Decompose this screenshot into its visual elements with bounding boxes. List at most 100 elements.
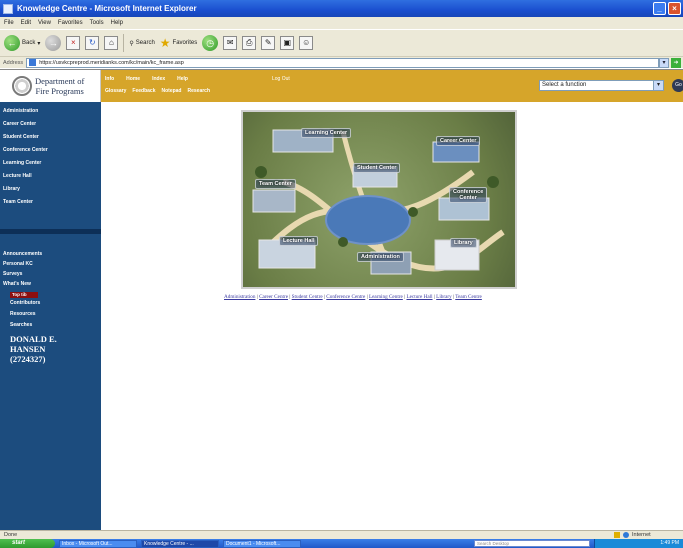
sidebar-item-learning-center[interactable]: Learning Center: [3, 160, 41, 166]
stop-button[interactable]: ×: [66, 36, 81, 50]
task-knowledge-centre[interactable]: Knowledge Centre - ...: [141, 539, 219, 548]
tree-shape: [408, 207, 418, 217]
sidebar-item-announcements[interactable]: Announcements: [3, 251, 42, 257]
link-learning-centre[interactable]: Learning Centre: [369, 294, 403, 300]
sidebar-item-student-center[interactable]: Student Center: [3, 134, 39, 140]
nav-help[interactable]: Help: [177, 76, 188, 82]
lock-icon: [614, 532, 620, 538]
map-learning-center[interactable]: Learning Center: [301, 128, 352, 138]
sidebar: Administration Career Center Student Cen…: [0, 102, 101, 531]
function-go-button[interactable]: Go: [672, 79, 683, 92]
map-team-center[interactable]: Team Center: [255, 179, 296, 189]
nav-info[interactable]: Info: [105, 76, 114, 82]
nav-research[interactable]: Research: [187, 88, 210, 94]
search-button[interactable]: ⚲ Search: [129, 40, 154, 47]
link-student-centre[interactable]: Student Centre: [292, 294, 323, 300]
map-library[interactable]: Library: [450, 238, 477, 248]
chevron-down-icon: ▾: [653, 81, 663, 90]
address-input[interactable]: https://usvkcpreprod.meridianks.com/kc/m…: [26, 57, 659, 68]
search-icon: ⚲: [129, 40, 134, 47]
menu-help[interactable]: Help: [111, 20, 123, 26]
link-lecture-hall[interactable]: Lecture Hall: [406, 294, 432, 300]
nav-glossary[interactable]: Glossary: [105, 88, 126, 94]
link-career-centre[interactable]: Career Centre: [259, 294, 288, 300]
nav-feedback[interactable]: Feedback: [132, 88, 155, 94]
sidebar-item-surveys[interactable]: Surveys: [3, 271, 22, 277]
function-select[interactable]: Select a function ▾: [539, 80, 664, 91]
nav-index[interactable]: Index: [152, 76, 165, 82]
globe-icon: [623, 532, 629, 538]
toolbar-divider: [123, 34, 125, 52]
close-button[interactable]: ×: [668, 2, 681, 15]
ie-app-icon: [3, 3, 13, 14]
folder-button[interactable]: ▣: [280, 36, 295, 50]
nav-home[interactable]: Home: [126, 76, 140, 82]
forward-button[interactable]: →: [45, 35, 62, 51]
page-icon: [29, 59, 37, 66]
back-arrow-icon: ←: [4, 35, 20, 51]
link-administration[interactable]: Administration: [224, 294, 255, 300]
department-logo[interactable]: Department of Fire Programs: [0, 70, 101, 102]
sidebar-divider: [0, 229, 101, 234]
sidebar-item-career-center[interactable]: Career Center: [3, 121, 36, 127]
sidebar-item-resources[interactable]: Resources: [10, 311, 36, 317]
favorites-button[interactable]: ★ Favorites: [160, 36, 197, 50]
sidebar-item-lecture-hall[interactable]: Lecture Hall: [3, 173, 32, 179]
edit-button[interactable]: ✎: [261, 36, 276, 50]
security-zone: Internet: [614, 532, 651, 538]
link-team-centre[interactable]: Team Centre: [455, 294, 482, 300]
sidebar-item-library[interactable]: Library: [3, 186, 20, 192]
sidebar-item-searches[interactable]: Searches: [10, 322, 32, 328]
map-conference-center[interactable]: Conference Center: [449, 187, 488, 203]
center-links: Administration | Career Centre | Student…: [224, 294, 482, 300]
page-content: Department of Fire Programs Info Home In…: [0, 69, 683, 531]
sidebar-item-administration[interactable]: Administration: [3, 108, 38, 114]
address-url: https://usvkcpreprod.meridianks.com/kc/m…: [39, 59, 184, 66]
taskbar: start Inbox - Microsoft Out... Knowledge…: [0, 539, 683, 548]
search-label: Search: [135, 40, 155, 46]
lake-shape: [325, 195, 411, 245]
tree-shape: [255, 166, 267, 178]
browser-toolbar: ← Back ▾ → × ↻ ⌂ ⚲ Search ★ Favorites ◷ …: [0, 29, 683, 56]
map-administration[interactable]: Administration: [357, 252, 404, 262]
sidebar-item-contributors[interactable]: Contributors: [10, 300, 40, 306]
desktop-search-input[interactable]: Search Desktop: [474, 540, 590, 547]
sidebar-item-team-center[interactable]: Team Center: [3, 199, 33, 205]
menu-tools[interactable]: Tools: [90, 20, 104, 26]
go-button[interactable]: ➜: [671, 57, 681, 68]
menu-edit[interactable]: Edit: [21, 20, 31, 26]
back-button[interactable]: ← Back ▾: [4, 35, 40, 51]
status-bar: Done Internet: [0, 530, 683, 539]
mail-button[interactable]: ✉: [223, 36, 238, 50]
sidebar-item-conference-center[interactable]: Conference Center: [3, 147, 48, 153]
map-student-center[interactable]: Student Center: [353, 163, 401, 173]
address-label: Address: [3, 59, 24, 66]
map-career-center[interactable]: Career Center: [436, 136, 481, 146]
start-button[interactable]: start: [0, 539, 55, 548]
favorites-label: Favorites: [172, 40, 198, 46]
refresh-button[interactable]: ↻: [85, 36, 100, 50]
sidebar-item-whats-new[interactable]: What's New: [3, 281, 31, 287]
menu-file[interactable]: File: [4, 20, 14, 26]
address-bar: Address https://usvkcpreprod.meridianks.…: [0, 56, 683, 68]
messenger-button[interactable]: ☺: [299, 36, 314, 50]
logout-link[interactable]: Log Out: [272, 76, 290, 82]
print-button[interactable]: ⎙: [242, 36, 257, 50]
map-lecture-hall[interactable]: Lecture Hall: [279, 236, 319, 246]
history-button[interactable]: ◷: [202, 35, 219, 51]
minimize-button[interactable]: _: [653, 2, 666, 15]
title-bar: Knowledge Centre - Microsoft Internet Ex…: [0, 0, 683, 17]
link-library[interactable]: Library: [436, 294, 452, 300]
home-button[interactable]: ⌂: [104, 36, 119, 50]
sidebar-item-personal-kc[interactable]: Personal KC: [3, 261, 33, 267]
nav-notepad[interactable]: Notepad: [161, 88, 181, 94]
menu-view[interactable]: View: [38, 20, 51, 26]
link-conference-centre[interactable]: Conference Centre: [326, 294, 365, 300]
task-document1[interactable]: Document1 - Microsoft...: [223, 539, 301, 548]
window-controls: _ ×: [653, 2, 681, 15]
menu-favorites[interactable]: Favorites: [58, 20, 83, 26]
tree-shape: [338, 237, 348, 247]
address-dropdown[interactable]: ▾: [659, 57, 669, 68]
system-clock: 1:49 PM: [594, 539, 683, 548]
task-inbox[interactable]: Inbox - Microsoft Out...: [59, 539, 137, 548]
